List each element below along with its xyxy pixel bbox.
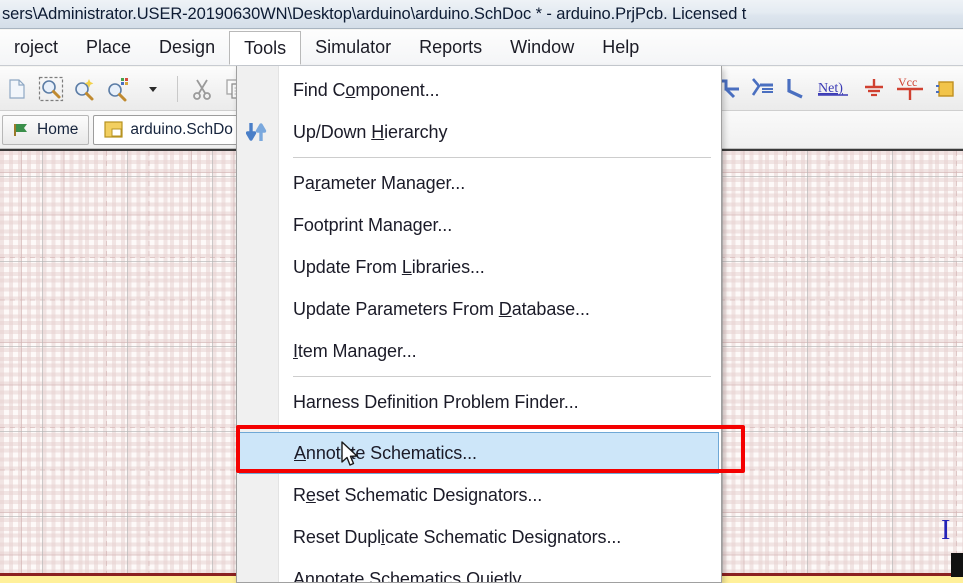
menu-place-label: Place <box>86 37 132 57</box>
place-vcc-icon[interactable]: Vcc <box>891 72 929 106</box>
menu-help-label: Help <box>602 37 640 57</box>
tab-arduino-schdoc-label: arduino.SchDo <box>130 120 233 138</box>
menu-item-up-down-hierarchy[interactable]: Up/Down Hierarchy <box>237 111 721 153</box>
menu-separator-2 <box>237 372 721 381</box>
menu-item-find-component-label: Find Component... <box>293 79 440 100</box>
menu-separator-3 <box>237 423 721 432</box>
up-down-hierarchy-icon <box>237 111 279 153</box>
menu-item-item-manager[interactable]: Item Manager... <box>237 330 721 372</box>
menu-tools-label: Tools <box>244 37 287 58</box>
update-from-libraries-icon <box>237 246 279 288</box>
menu-item-up-down-hierarchy-label: Up/Down Hierarchy <box>293 121 448 142</box>
menu-window[interactable]: Window <box>496 30 588 65</box>
tab-arduino-schdoc[interactable]: arduino.SchDo <box>93 114 244 145</box>
tools-dropdown-menu: Find Component... Up/Down Hierarchy Para… <box>236 66 722 583</box>
schematic-component-partial[interactable] <box>951 553 963 577</box>
zoom-area-icon[interactable] <box>34 72 68 106</box>
menu-separator-1 <box>237 153 721 162</box>
menu-place[interactable]: Place <box>72 30 145 65</box>
menu-item-annotate-schematics-quietly-label: Annotate Schematics Quietly... <box>293 568 535 583</box>
schematic-document-icon <box>104 121 123 138</box>
menu-window-label: Window <box>510 37 575 57</box>
reset-designators-icon <box>237 474 279 516</box>
annotate-schematics-icon <box>240 432 282 474</box>
menu-item-annotate-schematics-quietly[interactable]: Annotate Schematics Quietly... <box>237 558 721 583</box>
footprint-manager-icon <box>237 204 279 246</box>
menu-tools[interactable]: Tools <box>229 31 302 65</box>
window-title: sers\Administrator.USER-20190630WN\Deskt… <box>2 4 747 23</box>
menu-reports[interactable]: Reports <box>405 30 496 65</box>
menu-item-item-manager-label: Item Manager... <box>293 340 417 361</box>
menu-bar: roject Place Design Tools Simulator Repo… <box>0 30 963 66</box>
cut-icon[interactable] <box>185 72 219 106</box>
title-bar: sers\Administrator.USER-20190630WN\Deskt… <box>0 0 963 29</box>
menu-item-annotate-schematics-label: Annotate Schematics... <box>294 442 477 463</box>
menu-item-parameter-manager[interactable]: Parameter Manager... <box>237 162 721 204</box>
menu-item-update-parameters-from-database-label: Update Parameters From Database... <box>293 298 590 319</box>
reset-duplicate-designators-icon <box>237 516 279 558</box>
menu-design[interactable]: Design <box>145 30 229 65</box>
svg-text:Vcc: Vcc <box>898 75 917 89</box>
menu-item-annotate-schematics[interactable]: Annotate Schematics... <box>239 432 719 474</box>
dropdown-arrow-icon[interactable] <box>136 72 170 106</box>
tab-home-label: Home <box>37 120 79 138</box>
menu-item-harness-definition-problem-finder-label: Harness Definition Problem Finder... <box>293 391 579 412</box>
menu-project-label: roject <box>14 37 59 57</box>
home-icon <box>13 121 30 138</box>
item-manager-icon <box>237 330 279 372</box>
zoom-all-icon[interactable] <box>102 72 136 106</box>
update-parameters-icon <box>237 288 279 330</box>
menu-item-find-component[interactable]: Find Component... <box>237 69 721 111</box>
zoom-selection-icon[interactable] <box>68 72 102 106</box>
place-line-icon[interactable] <box>779 72 813 106</box>
document-icon[interactable] <box>0 72 34 106</box>
place-gnd-icon[interactable] <box>857 72 891 106</box>
menu-item-harness-definition-problem-finder[interactable]: Harness Definition Problem Finder... <box>237 381 721 423</box>
toolbar-separator <box>177 75 178 102</box>
place-port-icon[interactable] <box>929 72 963 106</box>
schematic-letter-label: I <box>941 515 951 546</box>
menu-item-update-from-libraries[interactable]: Update From Libraries... <box>237 246 721 288</box>
place-bus-icon[interactable] <box>745 72 779 106</box>
menu-design-label: Design <box>159 37 216 57</box>
tab-home[interactable]: Home <box>2 114 90 145</box>
find-component-icon <box>237 69 279 111</box>
parameter-manager-icon <box>237 162 279 204</box>
svg-text:Net): Net) <box>818 81 843 96</box>
menu-item-update-parameters-from-database[interactable]: Update Parameters From Database... <box>237 288 721 330</box>
menu-help[interactable]: Help <box>588 30 653 65</box>
menu-item-update-from-libraries-label: Update From Libraries... <box>293 256 485 277</box>
place-net-label-icon[interactable]: Net) <box>813 72 857 106</box>
menu-item-footprint-manager-label: Footprint Manager... <box>293 214 453 235</box>
menu-item-reset-duplicate-schematic-designators[interactable]: Reset Duplicate Schematic Designators... <box>237 516 721 558</box>
menu-item-reset-duplicate-schematic-designators-label: Reset Duplicate Schematic Designators... <box>293 526 622 547</box>
menu-item-reset-schematic-designators-label: Reset Schematic Designators... <box>293 484 543 505</box>
menu-simulator-label: Simulator <box>315 37 392 57</box>
annotate-quietly-icon <box>237 558 279 582</box>
menu-item-reset-schematic-designators[interactable]: Reset Schematic Designators... <box>237 474 721 516</box>
menu-reports-label: Reports <box>419 37 483 57</box>
menu-item-footprint-manager[interactable]: Footprint Manager... <box>237 204 721 246</box>
menu-project[interactable]: roject <box>0 30 72 65</box>
menu-item-parameter-manager-label: Parameter Manager... <box>293 172 466 193</box>
harness-finder-icon <box>237 381 279 423</box>
menu-simulator[interactable]: Simulator <box>301 30 405 65</box>
application-window: sers\Administrator.USER-20190630WN\Deskt… <box>0 0 963 583</box>
